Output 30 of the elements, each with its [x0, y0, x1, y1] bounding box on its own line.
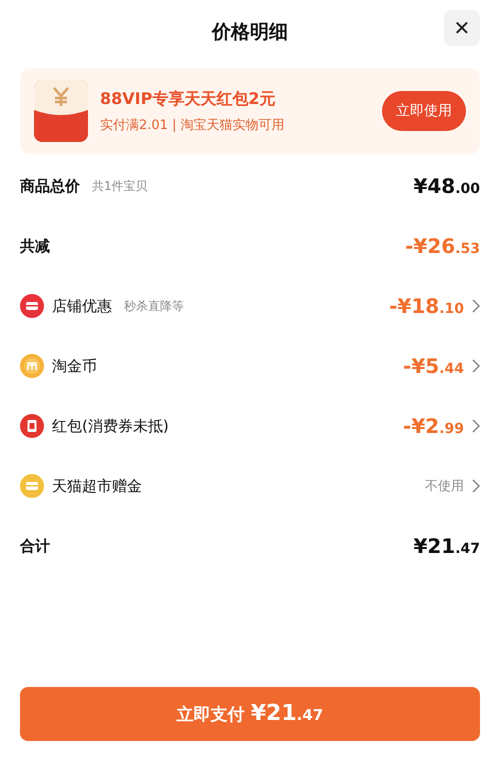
- amount: ¥21.47: [413, 534, 480, 558]
- chevron-right-icon: [472, 479, 480, 493]
- coin-icon: [20, 354, 44, 378]
- row-label: 淘金币: [52, 356, 97, 376]
- amount: -¥18.10: [389, 294, 464, 318]
- row-note: 共1件宝贝: [92, 178, 148, 194]
- row-label: 共减: [20, 236, 50, 256]
- chevron-right-icon: [472, 299, 480, 313]
- use-now-button[interactable]: 立即使用: [382, 91, 466, 131]
- amount: -¥5.44: [403, 354, 464, 378]
- envelope-icon: [20, 414, 44, 438]
- row-label: 合计: [20, 536, 50, 556]
- pay-button[interactable]: 立即支付 ¥21.47: [20, 687, 480, 741]
- promo-title: 88VIP专享天天红包2元: [100, 88, 276, 110]
- amount: -¥26.53: [405, 234, 480, 258]
- row-label: 商品总价: [20, 176, 80, 196]
- row-label: 店铺优惠: [52, 296, 112, 316]
- gift-card-icon: [20, 474, 44, 498]
- promo-subtitle: 实付满2.01 | 淘宝天猫实物可用: [100, 116, 286, 134]
- chevron-right-icon: [472, 419, 480, 433]
- row-label: 天猫超市赠金: [52, 476, 142, 496]
- close-button[interactable]: ✕: [444, 10, 480, 46]
- chevron-right-icon: [472, 359, 480, 373]
- amount: ¥48.00: [413, 174, 480, 198]
- row-label: 红包(消费券未抵): [52, 416, 169, 436]
- dialog-title: 价格明细: [212, 20, 288, 45]
- row-note: 秒杀直降等: [124, 298, 184, 314]
- envelope-icon: [34, 80, 88, 142]
- amount: -¥2.99: [403, 414, 464, 438]
- option-value[interactable]: 不使用: [425, 477, 464, 495]
